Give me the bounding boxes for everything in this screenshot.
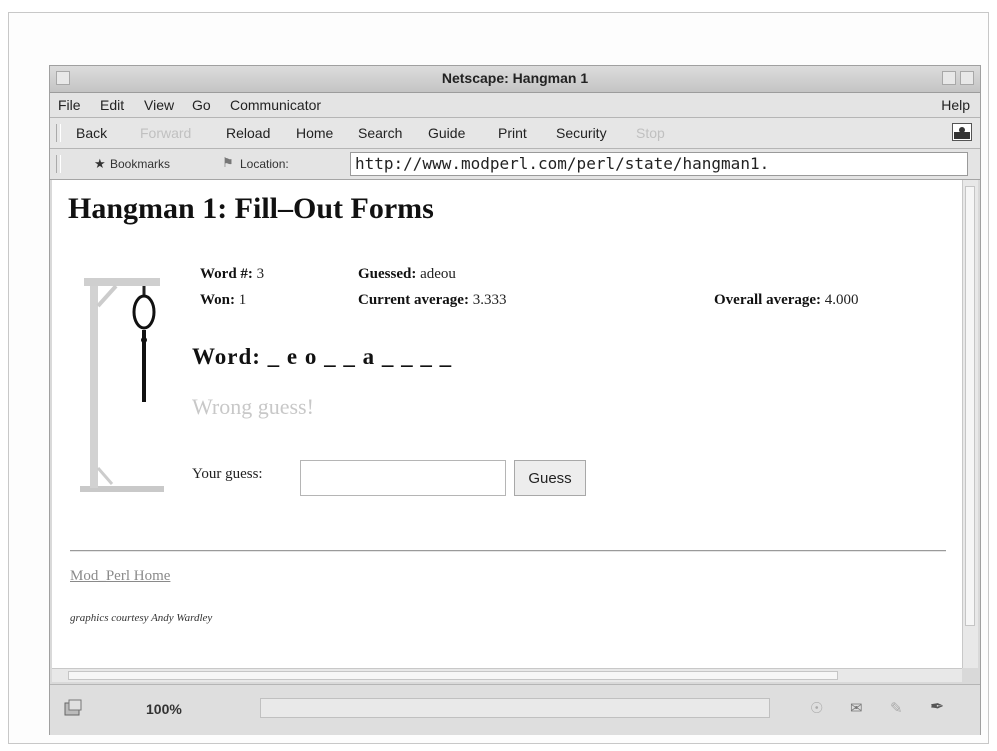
won-label: Won: [200, 292, 236, 308]
progress-bar [260, 698, 770, 718]
composer-icon[interactable]: ✒ [930, 697, 944, 717]
current-average-label: Current average: [358, 292, 469, 308]
won-value: 1 [238, 292, 247, 308]
status-bar: 100% ☉ ✉ ✎ ✒ [50, 684, 980, 735]
horizontal-scrollbar[interactable] [52, 668, 962, 682]
home-button[interactable]: Home [296, 125, 333, 141]
menu-bar: File Edit View Go Communicator Help [50, 93, 980, 118]
maximize-button[interactable] [960, 71, 974, 85]
overall-average-value: 4.000 [824, 292, 859, 308]
window-title: Netscape: Hangman 1 [441, 70, 589, 86]
page-content: Hangman 1: Fill–Out Forms Word #: 3 Gues… [52, 180, 962, 668]
toolbar-grip[interactable] [56, 124, 61, 142]
horizontal-scroll-thumb[interactable] [68, 671, 838, 680]
guess-label: Your guess: [192, 466, 263, 482]
forward-button[interactable]: Forward [140, 125, 191, 141]
word-number-stat: Word #: 3 [200, 266, 264, 283]
current-average-stat: Current average: 3.333 [358, 292, 506, 309]
vertical-scroll-thumb[interactable] [965, 186, 975, 626]
vertical-scrollbar[interactable] [962, 180, 978, 668]
mail-icon[interactable]: ✉ [850, 699, 863, 717]
word-label: Word: [192, 344, 261, 369]
mod-perl-home-link[interactable]: Mod_Perl Home [70, 568, 170, 585]
word-pattern: _ e o _ _ a _ _ _ _ [267, 344, 453, 369]
guessed-stat: Guessed: adeou [358, 266, 456, 283]
guess-button[interactable]: Guess [514, 460, 586, 496]
overall-average-stat: Overall average: 4.000 [714, 292, 859, 309]
overall-average-label: Overall average: [714, 292, 822, 308]
menu-file[interactable]: File [58, 97, 81, 113]
reload-button[interactable]: Reload [226, 125, 270, 141]
guess-input[interactable] [300, 460, 506, 496]
menu-edit[interactable]: Edit [100, 97, 124, 113]
guide-button[interactable]: Guide [428, 125, 465, 141]
word-number-value: 3 [256, 266, 265, 282]
title-bar[interactable]: Netscape: Hangman 1 [50, 66, 980, 93]
horizontal-rule [70, 550, 946, 552]
stop-button[interactable]: Stop [636, 125, 665, 141]
browser-window: Netscape: Hangman 1 File Edit View Go Co… [49, 65, 981, 735]
wrong-guess-message: Wrong guess! [192, 394, 314, 419]
print-button[interactable]: Print [498, 125, 527, 141]
guessed-value: adeou [420, 266, 456, 282]
word-display: Word: _ e o _ _ a _ _ _ _ [192, 344, 452, 370]
hangman-gallows-image [80, 278, 164, 492]
connection-status-icon[interactable] [64, 699, 84, 717]
menu-view[interactable]: View [144, 97, 174, 113]
minimize-button[interactable] [942, 71, 956, 85]
discussion-icon[interactable]: ✎ [890, 699, 903, 717]
toolbar-grip[interactable] [56, 155, 61, 173]
menu-go[interactable]: Go [192, 97, 211, 113]
location-label: Location: [240, 157, 289, 171]
word-number-label: Word #: [200, 266, 253, 282]
bookmark-icon: ★ [94, 156, 106, 171]
back-button[interactable]: Back [76, 125, 107, 141]
bookmarks-button[interactable]: Bookmarks [110, 157, 170, 171]
won-stat: Won: 1 [200, 292, 246, 309]
netscape-logo-icon[interactable] [952, 123, 972, 141]
page-title: Hangman 1: Fill–Out Forms [68, 192, 434, 225]
navigation-toolbar: Back Forward Reload Home Search Guide Pr… [50, 118, 980, 149]
screenshot-frame: Netscape: Hangman 1 File Edit View Go Co… [8, 12, 989, 744]
location-toolbar: ★ Bookmarks ⚑ Location: http://www.modpe… [50, 149, 980, 180]
zoom-level: 100% [146, 701, 182, 717]
menu-help[interactable]: Help [941, 97, 970, 113]
location-icon: ⚑ [222, 155, 234, 170]
search-button[interactable]: Search [358, 125, 402, 141]
current-average-value: 3.333 [472, 292, 507, 308]
url-input[interactable]: http://www.modperl.com/perl/state/hangma… [350, 152, 968, 176]
guessed-label: Guessed: [358, 266, 417, 282]
graphics-credit: graphics courtesy Andy Wardley [70, 612, 213, 624]
navigator-icon[interactable]: ☉ [810, 699, 823, 717]
menu-communicator[interactable]: Communicator [230, 97, 321, 113]
security-button[interactable]: Security [556, 125, 607, 141]
